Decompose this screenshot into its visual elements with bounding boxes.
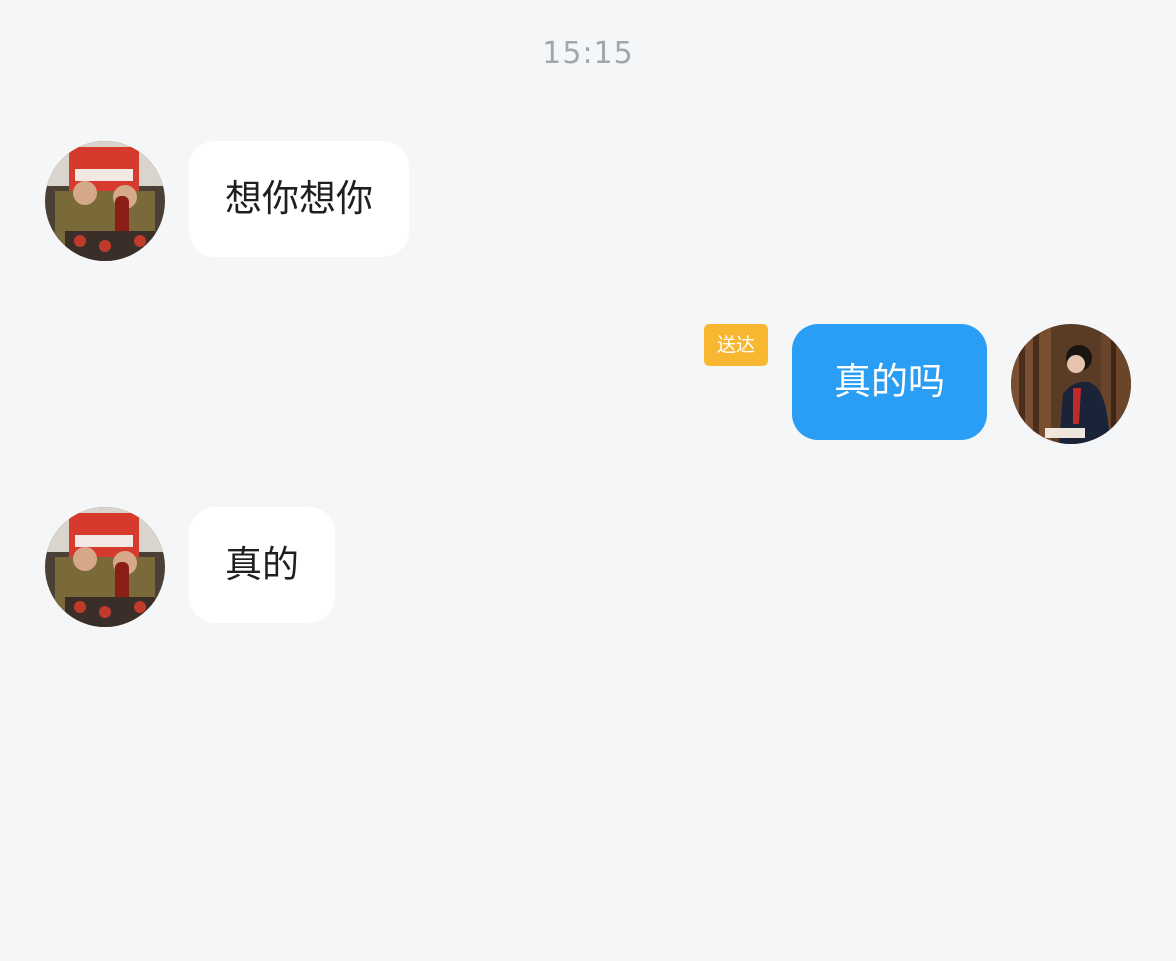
message-timestamp: 15:15	[542, 36, 634, 71]
message-bubble-incoming[interactable]: 想你想你	[189, 141, 409, 257]
message-text: 真的吗	[834, 360, 945, 403]
message-bubble-incoming[interactable]: 真的	[189, 507, 335, 623]
delivery-status-badge: 送达	[704, 324, 768, 366]
contact-avatar[interactable]	[45, 507, 165, 627]
message-text: 真的	[225, 543, 299, 586]
contact-avatar[interactable]	[45, 141, 165, 261]
message-text: 想你想你	[225, 177, 373, 220]
user-avatar[interactable]	[1011, 324, 1131, 444]
message-bubble-outgoing[interactable]: 真的吗	[792, 324, 987, 440]
